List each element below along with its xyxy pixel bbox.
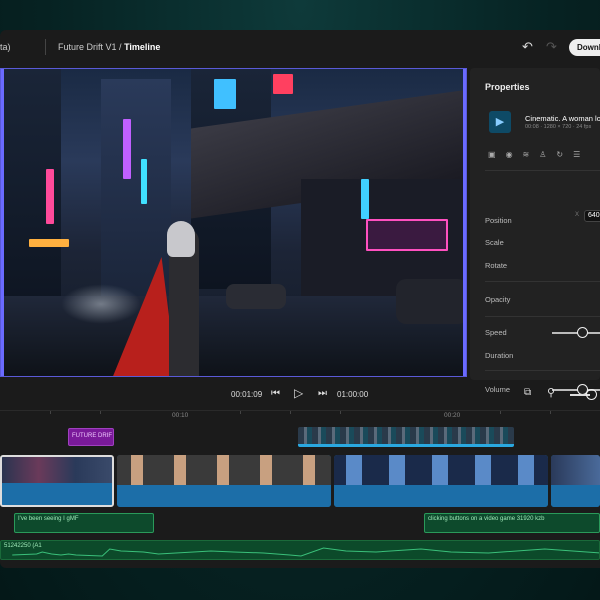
crop-handle-left[interactable] <box>1 69 4 376</box>
audio-track[interactable]: 51242250 (A1 <box>0 540 600 560</box>
rotate-label: Rotate <box>485 261 508 270</box>
divider <box>485 170 600 171</box>
video-clip-icon: ▶ <box>489 111 511 133</box>
speed-label: Speed <box>485 328 507 337</box>
divider <box>485 316 600 317</box>
step-back-icon[interactable]: ⏮ <box>271 388 280 399</box>
captions-icon[interactable]: ⧉ <box>524 387 531 398</box>
car <box>226 284 286 309</box>
rotate-icon[interactable]: ↻ <box>556 150 563 159</box>
duration-label: Duration <box>485 351 514 360</box>
scale-label: Scale <box>485 238 504 247</box>
ruler-label: 00:10 <box>172 412 189 419</box>
clip-thumbnails <box>117 455 331 485</box>
header: ta) Future Drift V1 / Timeline ↶ ↷ Downl… <box>0 30 600 64</box>
redo-icon[interactable]: ↷ <box>546 39 557 55</box>
ruler-label: 00:20 <box>444 412 461 419</box>
play-icon[interactable]: ▷ <box>294 386 303 400</box>
breadcrumb: Future Drift V1 / Timeline <box>58 42 160 52</box>
clip-thumbnails <box>551 455 600 485</box>
neon-sign <box>361 179 369 219</box>
download-button[interactable]: Download <box>569 39 600 56</box>
timeline-ruler[interactable]: 00:10 00:20 <box>0 410 600 422</box>
tick <box>240 411 241 414</box>
current-time: 00:01:09 <box>231 390 263 399</box>
person-icon[interactable]: ♙ <box>539 150 546 159</box>
neon-sign <box>214 79 236 109</box>
audio-waveform <box>551 485 600 507</box>
car <box>396 279 466 324</box>
zoom-slider-knob[interactable] <box>586 389 597 400</box>
video-clip[interactable] <box>334 455 548 507</box>
clip-thumbnails <box>334 455 548 485</box>
transport-bar: 00:01:09 ⏮ ▷ ⏭ 01:00:00 ⧉ ⚲ <box>0 380 600 410</box>
tick <box>550 411 551 414</box>
page-title: Timeline <box>124 42 161 52</box>
breadcrumb-separator: / <box>119 42 122 52</box>
opacity-label: Opacity <box>485 295 511 304</box>
neon-sign <box>123 119 131 179</box>
tick <box>100 411 101 414</box>
audio-clip[interactable]: clicking buttons on a video game 31920 k… <box>424 513 600 533</box>
neon-sign <box>46 169 54 224</box>
audio-clip[interactable]: I've been seeing I gMF <box>14 513 154 533</box>
slider-knob[interactable] <box>577 327 588 338</box>
clip-meta: 00:08 · 1280 × 720 · 24 fps <box>525 124 592 130</box>
divider <box>485 281 600 282</box>
audio-waveform <box>117 485 331 507</box>
audio-waveform <box>334 485 548 507</box>
video-clip[interactable] <box>0 455 114 507</box>
align-icon[interactable]: ☰ <box>573 150 580 159</box>
tick <box>500 411 501 414</box>
neon-sign <box>29 239 69 247</box>
total-time: 01:00:00 <box>337 390 369 399</box>
step-forward-icon[interactable]: ⏭ <box>318 388 327 399</box>
neon-sign <box>273 74 293 94</box>
neon-sign <box>141 159 147 204</box>
tick <box>340 411 341 414</box>
zoom-out-icon[interactable]: ⚲ <box>547 386 555 399</box>
app-name: ta) <box>0 39 46 55</box>
speed-slider[interactable] <box>552 327 600 338</box>
properties-title: Properties <box>485 82 530 92</box>
broll-clip[interactable] <box>298 427 514 447</box>
undo-icon[interactable]: ↶ <box>522 39 533 55</box>
video-clip[interactable] <box>551 455 600 507</box>
video-preview[interactable] <box>0 68 467 377</box>
x-label: X <box>575 212 580 218</box>
audio-waveform <box>2 483 112 505</box>
divider <box>485 370 600 371</box>
project-name[interactable]: Future Drift V1 <box>58 42 117 52</box>
tick <box>290 411 291 414</box>
filter-icon[interactable]: ◉ <box>506 150 513 159</box>
properties-panel: Properties ▶ Cinematic. A woman lo 00:08… <box>470 68 600 395</box>
crop-handle-right[interactable] <box>463 69 466 376</box>
position-x-input[interactable]: 640 <box>584 210 600 222</box>
clip-name: Cinematic. A woman lo <box>525 114 600 123</box>
camera-icon[interactable]: ▣ <box>488 150 496 159</box>
tick <box>50 411 51 414</box>
clip-tools: ▣ ◉ ≋ ♙ ↻ ☰ <box>488 150 580 159</box>
neon-sign <box>366 219 448 251</box>
position-label: Position <box>485 216 512 225</box>
selected-clip-card[interactable]: ▶ Cinematic. A woman lo 00:08 · 1280 × 7… <box>485 108 600 138</box>
character-hair <box>167 221 195 257</box>
audio-icon[interactable]: ≋ <box>523 150 530 159</box>
video-clip[interactable] <box>117 455 331 507</box>
audio-waveform <box>12 547 599 557</box>
editor-window: ta) Future Drift V1 / Timeline ↶ ↷ Downl… <box>0 30 600 568</box>
title-clip[interactable]: FUTURE DRIF <box>68 428 114 446</box>
